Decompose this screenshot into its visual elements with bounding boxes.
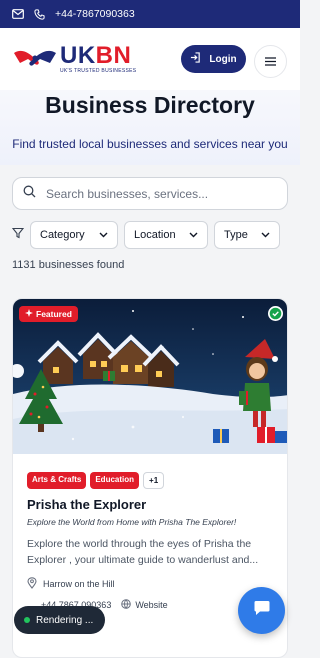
business-location: Harrow on the Hill [27, 577, 115, 591]
business-tagline: Explore the World from Home with Prisha … [27, 517, 237, 527]
page-subtitle: Find trusted local businesses and servic… [12, 137, 288, 151]
verified-check-icon [268, 306, 283, 321]
chevron-down-icon [189, 229, 198, 241]
filter-icon[interactable] [11, 226, 25, 244]
tag-chip[interactable]: Education [90, 472, 140, 489]
business-name[interactable]: Prisha the Explorer [27, 497, 146, 512]
hamburger-menu-button[interactable] [254, 45, 287, 78]
location-dropdown[interactable]: Location [124, 221, 208, 249]
phone-icon [34, 8, 45, 20]
filter-bar: Category Location Type [11, 221, 280, 249]
status-dot-icon [24, 617, 30, 623]
chat-bubble-icon [253, 599, 271, 622]
sparkle-icon [25, 309, 33, 319]
page-title: Business Directory [45, 92, 255, 118]
chevron-down-icon [99, 229, 108, 241]
map-pin-icon [27, 577, 37, 591]
globe-icon [121, 599, 132, 611]
rendering-status-pill: Rendering ... [14, 606, 106, 634]
location-label: Location [134, 229, 176, 241]
login-icon [190, 52, 201, 66]
type-label: Type [224, 229, 248, 241]
tag-chip[interactable]: Arts & Crafts [27, 472, 87, 489]
login-label: Login [209, 53, 237, 65]
category-dropdown[interactable]: Category [30, 221, 118, 249]
business-description: Explore the world through the eyes of Pr… [27, 538, 259, 566]
search-icon [23, 185, 36, 203]
search-input[interactable] [46, 186, 266, 201]
more-tags-chip[interactable]: +1 [143, 472, 165, 489]
top-contact-bar: +44-7867090363 [0, 0, 300, 28]
menu-icon [265, 53, 276, 71]
chevron-down-icon [261, 229, 270, 241]
top-phone-number[interactable]: +44-7867090363 [55, 8, 135, 20]
results-count: 1131 businesses found [12, 259, 125, 271]
login-button[interactable]: Login [181, 45, 246, 73]
featured-badge: Featured [19, 306, 78, 322]
chat-button[interactable] [238, 587, 285, 634]
category-tags: Arts & Crafts Education +1 [27, 472, 165, 489]
category-label: Category [40, 229, 85, 241]
logo-tagline: UK'S TRUSTED BUSINESSES [60, 68, 137, 74]
hero-section: Business Directory Find trusted local bu… [0, 90, 300, 165]
email-icon[interactable] [12, 9, 24, 19]
search-box[interactable] [12, 177, 288, 210]
site-header: UKBN UK'S TRUSTED BUSINESSES Login [0, 28, 300, 90]
type-dropdown[interactable]: Type [214, 221, 280, 249]
site-logo[interactable]: UKBN UK'S TRUSTED BUSINESSES [12, 44, 136, 74]
handshake-logo-icon [12, 45, 58, 73]
website-link[interactable]: Website [135, 600, 167, 610]
business-image[interactable]: Featured [13, 299, 287, 454]
